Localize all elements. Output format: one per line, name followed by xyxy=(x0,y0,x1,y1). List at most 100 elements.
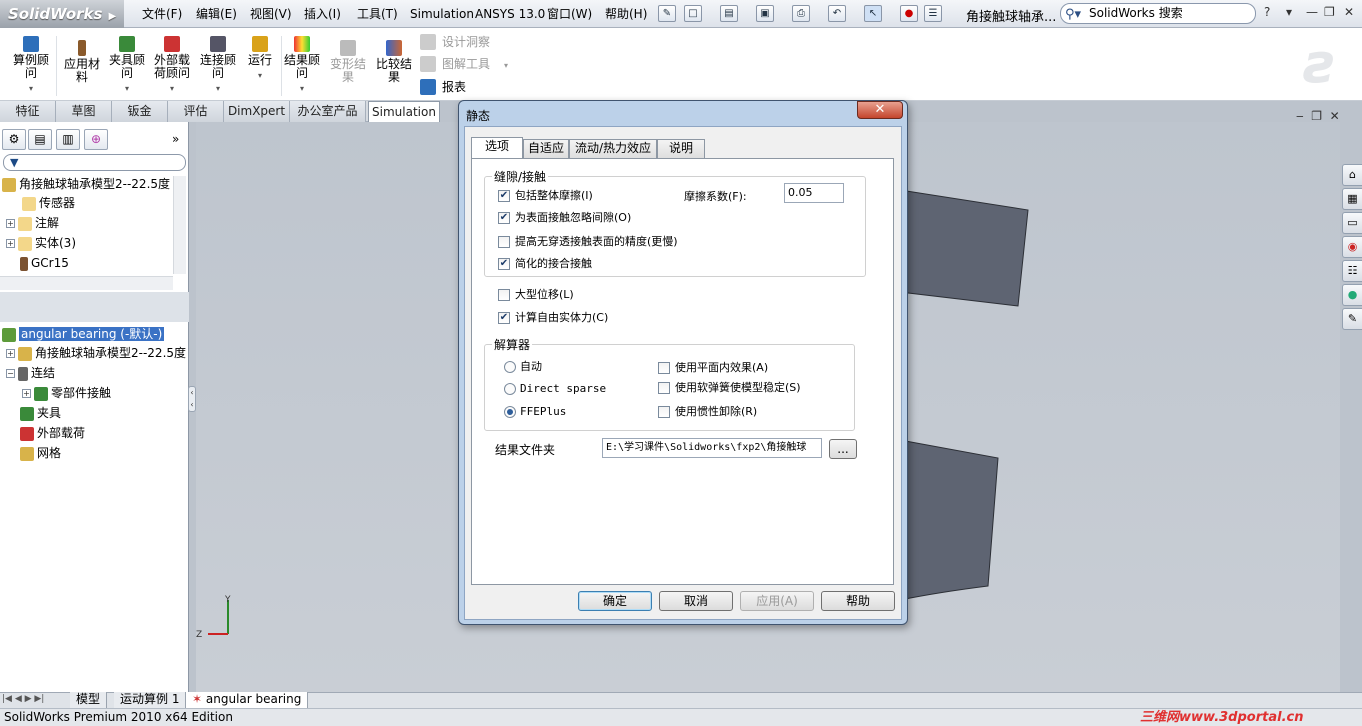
connections-advisor-button[interactable]: 连接顾问 ▾ xyxy=(196,36,240,95)
chevron-down-icon[interactable]: ▾ xyxy=(9,82,53,95)
open-icon[interactable]: ▤ xyxy=(720,5,738,22)
help-button[interactable]: 帮助 xyxy=(821,591,895,611)
options-icon[interactable]: ☰ xyxy=(924,5,942,22)
chevron-down-icon[interactable]: ▾ xyxy=(238,69,282,82)
improve-accuracy-checkbox[interactable]: 提高无穿透接触表面的精度(更慢) xyxy=(498,234,678,250)
library-icon[interactable]: ▦ xyxy=(1342,188,1362,210)
tree-item-sensors[interactable]: 传感器 xyxy=(22,194,75,212)
property-tab-icon[interactable]: ▤ xyxy=(28,129,52,150)
menu-window[interactable]: 窗口(W) xyxy=(547,6,592,22)
tab-features[interactable]: 特征 xyxy=(0,101,56,122)
design-insight-button[interactable]: 设计洞察 xyxy=(420,33,490,51)
print-icon[interactable]: ⎙ xyxy=(792,5,810,22)
study-item-part[interactable]: + 角接触球轴承模型2--22.5度 xyxy=(6,344,186,362)
chevron-down-icon[interactable]: ▾ xyxy=(280,82,324,95)
config-tab-icon[interactable]: ▥ xyxy=(56,129,80,150)
menu-edit[interactable]: 编辑(E) xyxy=(196,6,237,22)
scenes-icon[interactable]: ● xyxy=(1342,284,1362,306)
checkbox-box[interactable] xyxy=(498,236,510,248)
study-item-mesh[interactable]: 网格 xyxy=(20,444,61,462)
tab-model[interactable]: 模型 xyxy=(70,692,108,708)
study-root[interactable]: angular bearing (-默认-) xyxy=(2,325,165,343)
minimize-icon[interactable]: — xyxy=(1306,5,1318,19)
results-advisor-button[interactable]: 结果顾问 ▾ xyxy=(280,36,324,95)
solver-ffeplus-radio[interactable]: FFEPlus xyxy=(504,404,566,420)
new-icon[interactable]: □ xyxy=(684,5,702,22)
compare-results-button[interactable]: 比较结果 xyxy=(372,40,416,84)
tree-vertical-scrollbar[interactable] xyxy=(173,176,186,274)
save-icon[interactable]: ▣ xyxy=(756,5,774,22)
expand-pane-icon[interactable]: » xyxy=(172,132,179,146)
logo-arrow-icon[interactable]: ▶ xyxy=(108,11,116,22)
checkbox-box[interactable]: ✔ xyxy=(498,258,510,270)
radio-dot[interactable] xyxy=(504,383,516,395)
simplified-bonding-checkbox[interactable]: ✔ 简化的接合接触 xyxy=(498,256,592,272)
chevron-down-icon[interactable]: ▾ xyxy=(150,82,194,95)
tab-adaptive[interactable]: 自适应 xyxy=(523,139,569,158)
study-item-connections[interactable]: − 连结 xyxy=(6,364,55,382)
tree-horizontal-scrollbar[interactable] xyxy=(0,276,173,290)
external-loads-button[interactable]: 外部载荷顾问 ▾ xyxy=(150,36,194,95)
filter-input[interactable]: ▼ xyxy=(3,154,186,171)
study-item-contact[interactable]: + 零部件接触 xyxy=(22,384,111,402)
tab-flow-thermal[interactable]: 流动/热力效应 xyxy=(569,139,657,158)
app-logo[interactable]: SolidWorks ▶ xyxy=(0,0,124,28)
menu-file[interactable]: 文件(F) xyxy=(142,6,182,22)
select-icon[interactable]: ↖ xyxy=(864,5,882,22)
include-friction-checkbox[interactable]: ✔ 包括整体摩擦(I) xyxy=(498,188,593,204)
study-item-fixtures[interactable]: 夹具 xyxy=(20,404,61,422)
apply-material-button[interactable]: 应用材料 xyxy=(60,40,104,84)
tab-motion-study[interactable]: 运动算例 1 xyxy=(114,692,187,708)
bearing-ring-upper[interactable] xyxy=(899,189,1029,307)
browse-button[interactable]: ... xyxy=(829,439,857,459)
checkbox-box[interactable] xyxy=(658,406,670,418)
soft-spring-checkbox[interactable]: 使用软弹簧使模型稳定(S) xyxy=(658,380,801,396)
menu-simulation[interactable]: Simulation xyxy=(410,6,474,22)
tab-dimxpert[interactable]: DimXpert xyxy=(224,101,290,122)
ignore-clearance-checkbox[interactable]: ✔ 为表面接触忽略间隙(O) xyxy=(498,210,631,226)
expand-icon[interactable]: + xyxy=(6,239,15,248)
checkbox-box[interactable] xyxy=(658,362,670,374)
inertial-relief-checkbox[interactable]: 使用惯性卸除(R) xyxy=(658,404,757,420)
pin-icon[interactable]: ✎ xyxy=(658,5,676,22)
expand-icon[interactable]: + xyxy=(6,349,15,358)
feature-tree-tab-icon[interactable]: ⚙ xyxy=(2,129,26,150)
home-icon[interactable]: ⌂ xyxy=(1342,164,1362,186)
solver-auto-radio[interactable]: 自动 xyxy=(504,359,542,375)
report-button[interactable]: 报表 xyxy=(420,78,466,96)
folder-icon[interactable]: ▭ xyxy=(1342,212,1362,234)
plot-tools-button[interactable]: 图解工具 ▾ xyxy=(420,55,508,73)
tab-remark[interactable]: 说明 xyxy=(657,139,705,158)
menu-tools[interactable]: 工具(T) xyxy=(357,6,398,22)
viewport-controls[interactable]: ‒ ❐ ✕ xyxy=(1296,109,1340,123)
radio-dot[interactable] xyxy=(504,406,516,418)
restore-icon[interactable]: ❐ xyxy=(1324,5,1335,19)
dimxpert-tab-icon[interactable]: ⊕ xyxy=(84,129,108,150)
custom-properties-icon[interactable]: ✎ xyxy=(1342,308,1362,330)
undo-icon[interactable]: ↶ xyxy=(828,5,846,22)
search-input[interactable]: ⚲▾ SolidWorks 搜索 xyxy=(1060,3,1256,24)
radio-dot[interactable] xyxy=(504,361,516,373)
tab-office[interactable]: 办公室产品 xyxy=(290,101,366,122)
checkbox-box[interactable]: ✔ xyxy=(498,312,510,324)
cancel-button[interactable]: 取消 xyxy=(659,591,733,611)
friction-coefficient-input[interactable]: 0.05 xyxy=(784,183,844,203)
ok-button[interactable]: 确定 xyxy=(578,591,652,611)
tree-item-annotations[interactable]: + 注解 xyxy=(6,214,59,232)
close-icon[interactable]: ✕ xyxy=(1344,5,1354,19)
rebuild-icon[interactable]: ● xyxy=(900,5,918,22)
menu-ansys[interactable]: ANSYS 13.0 xyxy=(475,6,545,22)
study-advisor-button[interactable]: 算例顾问 ▾ xyxy=(9,36,53,95)
inplane-effect-checkbox[interactable]: 使用平面内效果(A) xyxy=(658,360,768,376)
menu-help[interactable]: 帮助(H) xyxy=(605,6,647,22)
run-button[interactable]: 运行 ▾ xyxy=(238,36,282,82)
apply-button[interactable]: 应用(A) xyxy=(740,591,814,611)
deformed-result-button[interactable]: 变形结果 xyxy=(326,40,370,84)
tree-item-bodies[interactable]: + 实体(3) xyxy=(6,234,76,252)
appearances-icon[interactable]: ☷ xyxy=(1342,260,1362,282)
tree-item-material[interactable]: GCr15 xyxy=(20,254,69,272)
checkbox-box[interactable] xyxy=(658,382,670,394)
tab-evaluate[interactable]: 评估 xyxy=(168,101,224,122)
chevron-down-icon[interactable]: ▾ xyxy=(196,82,240,95)
tab-study[interactable]: ✶ angular bearing xyxy=(186,692,309,708)
